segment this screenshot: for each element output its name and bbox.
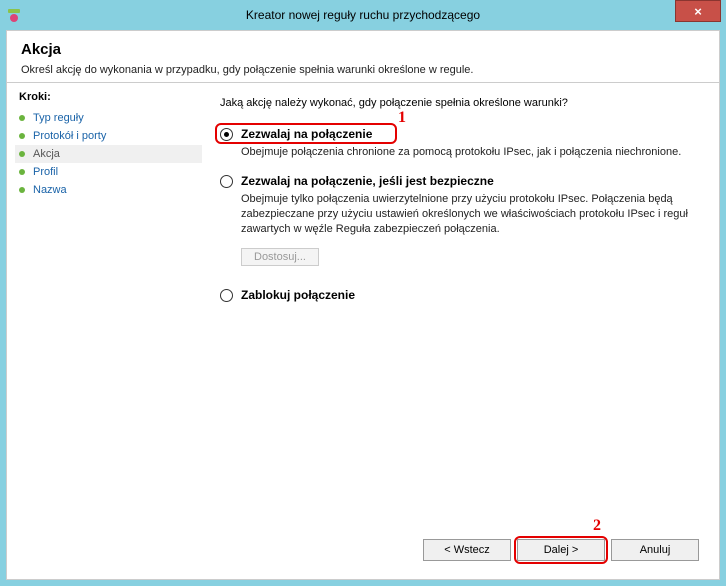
action-question: Jaką akcję należy wykonać, gdy połączeni… [220,97,703,109]
radio-allow-secure-label[interactable]: Zezwalaj na połączenie, jeśli jest bezpi… [241,174,494,188]
annotation-number-1: 1 [398,109,406,127]
radio-allow[interactable] [220,128,233,141]
radio-allow-secure-desc: Obejmuje tylko połączenia uwierzytelnion… [241,192,703,237]
radio-allow-secure[interactable] [220,175,233,188]
radio-allow-desc: Obejmuje połączenia chronione za pomocą … [241,145,703,160]
customize-button: Dostosuj... [241,248,319,266]
steps-heading: Kroki: [15,91,202,103]
next-button[interactable]: Dalej > [517,539,605,561]
cancel-button[interactable]: Anuluj [611,539,699,561]
close-button[interactable]: × [675,0,721,22]
bullet-icon [19,115,25,121]
step-profile[interactable]: Profil [15,163,202,181]
step-name[interactable]: Nazwa [15,181,202,199]
window-title: Kreator nowej reguły ruchu przychodząceg… [0,8,726,22]
step-label: Profil [33,166,58,178]
step-label: Typ reguły [33,112,84,124]
close-icon: × [694,4,702,19]
back-button[interactable]: < Wstecz [423,539,511,561]
page-title: Akcja [21,41,705,58]
step-label: Akcja [33,148,60,160]
step-action[interactable]: Akcja [15,145,202,163]
radio-block-label[interactable]: Zablokuj połączenie [241,288,355,302]
radio-allow-label[interactable]: Zezwalaj na połączenie [241,127,372,141]
step-protocol-ports[interactable]: Protokół i porty [15,127,202,145]
bullet-icon [19,133,25,139]
page-description: Określ akcję do wykonania w przypadku, g… [21,64,705,76]
step-label: Protokół i porty [33,130,106,142]
step-rule-type[interactable]: Typ reguły [15,109,202,127]
bullet-icon [19,151,25,157]
step-label: Nazwa [33,184,67,196]
bullet-icon [19,187,25,193]
radio-block[interactable] [220,289,233,302]
annotation-number-2: 2 [593,517,601,535]
bullet-icon [19,169,25,175]
